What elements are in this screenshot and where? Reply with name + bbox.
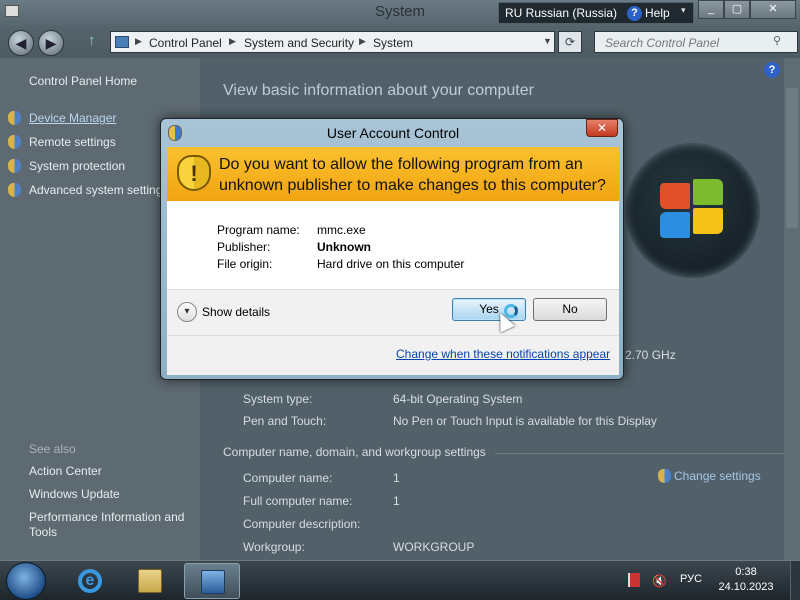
clock[interactable]: 0:38 24.10.2023 [716, 565, 776, 595]
system-type-value: 64-bit Operating System [393, 392, 523, 406]
language-indicator[interactable]: RU Russian (Russia) [505, 6, 617, 20]
no-button[interactable]: No [533, 298, 607, 321]
language-bar[interactable]: RU Russian (Russia) ? Help ▾ [498, 2, 694, 24]
publisher-value: Unknown [317, 240, 371, 254]
breadcrumb-control-panel[interactable]: Control Panel [149, 36, 222, 50]
program-info: Program name: mmc.exe Publisher: Unknown… [167, 201, 619, 289]
dialog-close-button[interactable]: ✕ [586, 119, 618, 137]
search-icon[interactable]: ⚲ [773, 34, 791, 50]
folder-icon [138, 569, 162, 593]
refresh-button[interactable]: ⟳ [558, 31, 582, 53]
shield-icon [658, 469, 671, 483]
language-bar-options-icon[interactable]: ▾ [681, 5, 686, 16]
change-settings-label[interactable]: Change settings [674, 469, 761, 483]
performance-info-link-cont[interactable]: Tools [29, 525, 57, 539]
publisher-label: Publisher: [217, 240, 271, 254]
footer-divider [167, 335, 619, 336]
change-settings-link[interactable]: Change settings [658, 469, 761, 483]
chevron-down-icon[interactable]: ▾ [177, 302, 197, 322]
scrollbar[interactable] [784, 58, 800, 560]
file-origin-value: Hard drive on this computer [317, 257, 465, 271]
taskbar: e 🔇 РУС 0:38 24.10.2023 [0, 560, 800, 600]
program-name-label: Program name: [217, 223, 300, 237]
breadcrumb-system[interactable]: System [373, 36, 413, 50]
help-icon[interactable]: ? [627, 6, 642, 21]
show-details-button[interactable]: Show details [202, 305, 270, 319]
show-desktop-button[interactable] [790, 561, 800, 600]
address-bar[interactable]: ▶ Control Panel ▶ System and Security ▶ … [110, 31, 555, 53]
clock-time: 0:38 [735, 566, 757, 578]
system-tray: 🔇 РУС 0:38 24.10.2023 [620, 561, 800, 600]
sidebar-item-label[interactable]: Remote settings [29, 135, 116, 149]
full-computer-name-label: Full computer name: [243, 494, 353, 508]
internet-explorer-icon: e [78, 569, 102, 593]
processor-speed: 2.70 GHz [625, 348, 676, 362]
change-notifications-link[interactable]: Change when these notifications appear [396, 347, 610, 361]
caption-buttons: _ ▢ ✕ [698, 0, 798, 19]
warning-shield-icon: ! [177, 155, 211, 191]
minimize-button[interactable]: _ [698, 0, 724, 19]
file-origin-label: File origin: [217, 257, 273, 271]
breadcrumb-separator-icon[interactable]: ▶ [229, 36, 236, 47]
pen-touch-label: Pen and Touch: [243, 414, 327, 428]
full-computer-name-value: 1 [393, 494, 400, 508]
volume-muted-icon[interactable]: 🔇 [652, 574, 667, 588]
search-input[interactable]: Search Control Panel ⚲ [594, 31, 798, 53]
close-button[interactable]: ✕ [750, 0, 796, 19]
shield-icon [8, 159, 21, 173]
uac-dialog: User Account Control ✕ ! Do you want to … [160, 118, 624, 380]
action-center-flag-icon[interactable] [628, 573, 640, 587]
dialog-title: User Account Control [326, 125, 460, 141]
shield-icon [8, 183, 21, 197]
maximize-button[interactable]: ▢ [724, 0, 750, 19]
workgroup-label: Workgroup: [243, 540, 305, 554]
taskbar-system-window[interactable] [184, 563, 240, 599]
section-heading: Computer name, domain, and workgroup set… [223, 445, 486, 459]
computer-description-label: Computer description: [243, 517, 361, 531]
breadcrumb-system-security[interactable]: System and Security [244, 36, 354, 50]
address-dropdown-icon[interactable]: ▼ [543, 36, 552, 46]
help-icon[interactable]: ? [764, 62, 780, 78]
system-type-label: System type: [243, 392, 313, 406]
computer-name-label: Computer name: [243, 471, 333, 485]
uac-question: Do you want to allow the following progr… [219, 156, 606, 194]
back-button[interactable]: ◀ [8, 30, 34, 56]
sidebar-item-label[interactable]: Advanced system settings [29, 183, 168, 197]
control-panel-home-link[interactable]: Control Panel Home [29, 74, 137, 88]
window-titlebar: System RU Russian (Russia) ? Help ▾ _ ▢ … [0, 0, 800, 28]
sidebar-item-label[interactable]: System protection [29, 159, 125, 173]
shield-icon [8, 111, 21, 125]
breadcrumb-separator-icon[interactable]: ▶ [359, 36, 366, 47]
workgroup-value: WORKGROUP [393, 540, 475, 554]
performance-info-link[interactable]: Performance Information and [29, 510, 184, 524]
breadcrumb-separator-icon[interactable]: ▶ [135, 36, 142, 47]
taskbar-internet-explorer[interactable]: e [62, 563, 118, 599]
windows-logo-icon [625, 143, 760, 278]
page-title: View basic information about your comput… [223, 82, 534, 99]
pen-touch-value: No Pen or Touch Input is available for t… [393, 414, 657, 428]
start-button[interactable] [6, 562, 46, 600]
control-panel-icon [201, 570, 225, 594]
input-language-indicator[interactable]: РУС [680, 573, 702, 585]
sidebar-item-label[interactable]: Device Manager [29, 111, 116, 125]
section-divider [495, 453, 785, 454]
clock-date: 24.10.2023 [718, 581, 774, 593]
language-bar-help[interactable]: Help [645, 6, 670, 20]
computer-name-value: 1 [393, 471, 400, 485]
uac-warning-banner: ! Do you want to allow the following pro… [167, 147, 619, 201]
search-placeholder: Search Control Panel [605, 36, 720, 50]
up-arrow-icon[interactable]: ↑ [88, 32, 96, 49]
windows-update-link[interactable]: Windows Update [29, 487, 120, 501]
program-name-value: mmc.exe [317, 223, 366, 237]
scrollbar-thumb[interactable] [786, 88, 798, 228]
navigation-bar: ◀ ▶ ↑ ▶ Control Panel ▶ System and Secur… [0, 28, 800, 58]
shield-icon [8, 135, 21, 149]
dialog-footer: ▾ Show details Yes No Change when these … [167, 289, 619, 375]
action-center-link[interactable]: Action Center [29, 464, 102, 478]
forward-button[interactable]: ▶ [38, 30, 64, 56]
taskbar-file-explorer[interactable] [122, 563, 178, 599]
see-also-heading: See also [29, 442, 76, 456]
control-panel-icon [115, 36, 129, 48]
